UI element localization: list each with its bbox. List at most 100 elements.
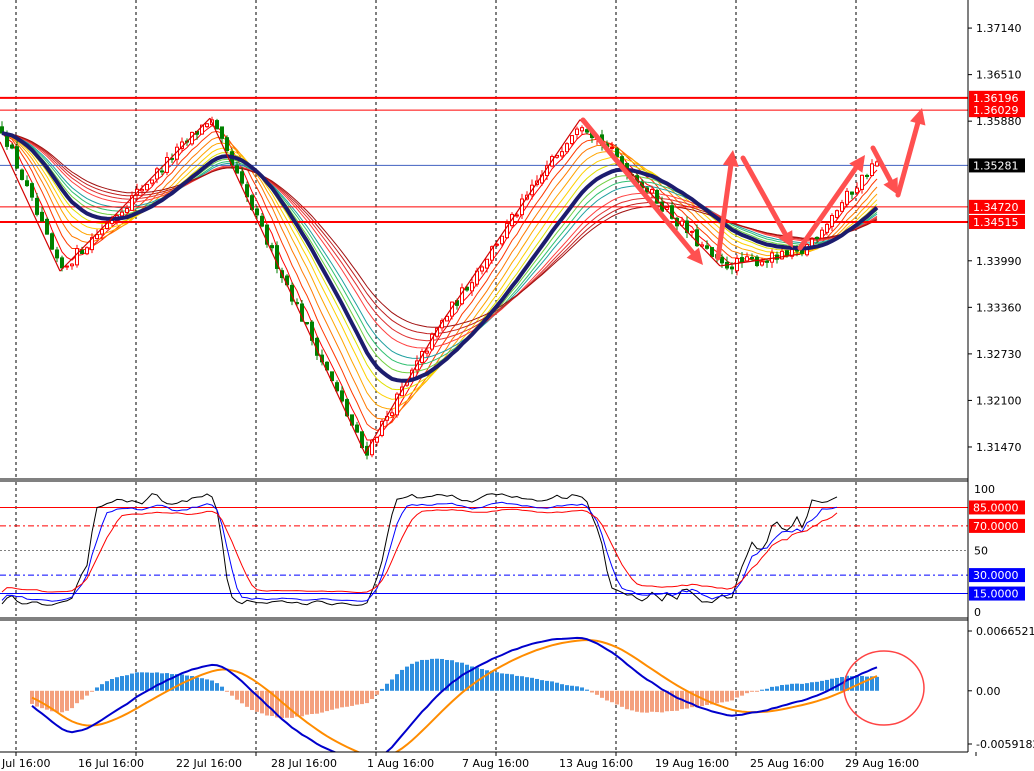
- time-tick-label: 7 Aug 16:00: [462, 757, 529, 770]
- macd-histogram-bar: [655, 690, 659, 713]
- macd-tick-label: 0.0066521: [976, 625, 1034, 638]
- macd-histogram-bar: [55, 690, 59, 713]
- macd-histogram-bar: [375, 690, 379, 695]
- macd-histogram-bar: [400, 669, 404, 691]
- macd-histogram-bar: [675, 690, 679, 711]
- candle-body: [240, 171, 244, 184]
- candle-body: [25, 180, 29, 187]
- ribbon-ma-line: [1, 132, 878, 400]
- candle-body: [585, 129, 589, 133]
- candle-body: [780, 250, 784, 260]
- macd-histogram-bar: [330, 690, 334, 710]
- macd-histogram-bar: [315, 690, 319, 714]
- macd-histogram-bar: [640, 690, 644, 713]
- candle-body: [270, 245, 274, 249]
- macd-histogram-bar: [360, 690, 364, 705]
- candle-body: [220, 126, 224, 139]
- macd-histogram-bar: [760, 689, 764, 691]
- macd-histogram-bar: [85, 690, 89, 696]
- candle-body: [215, 120, 219, 130]
- candle-body: [710, 247, 714, 258]
- macd-histogram-bar: [205, 679, 209, 691]
- candle-body: [5, 134, 9, 147]
- macd-histogram-bar: [505, 673, 509, 691]
- macd-histogram-bar: [185, 675, 189, 691]
- candle-body: [755, 256, 759, 267]
- macd-signal-line: [31, 638, 878, 752]
- price-level-tag: 1.36029: [973, 104, 1019, 117]
- candle-body: [255, 208, 259, 216]
- macd-histogram-bar: [135, 672, 139, 691]
- macd-histogram-bar: [455, 662, 459, 691]
- macd-histogram-bar: [440, 658, 444, 691]
- candle-body: [120, 211, 124, 217]
- price-tick-label: 1.33360: [976, 301, 1022, 314]
- macd-histogram-bar: [235, 690, 239, 700]
- candle-body: [830, 215, 834, 227]
- macd-histogram-bar: [100, 684, 104, 691]
- candle-body: [30, 183, 34, 198]
- oscillator-tick-label: 0: [974, 606, 981, 619]
- oscillator-axis: 85.0000 70.0000 30.0000 15.0000 100 50 0: [969, 483, 1025, 619]
- panel-frame: [0, 0, 969, 753]
- macd-histogram-bar: [325, 690, 329, 712]
- candle-body: [65, 265, 69, 268]
- macd-histogram-bar: [825, 679, 829, 691]
- price-tick-label: 1.36510: [976, 69, 1022, 82]
- candle-body: [160, 170, 164, 173]
- candle-body: [340, 390, 344, 402]
- macd-histogram-bar: [645, 690, 649, 713]
- macd-histogram-bar: [600, 690, 604, 698]
- candle-body: [615, 148, 619, 158]
- macd-histogram-bar: [865, 676, 869, 691]
- oscillator-tick-label: 50: [974, 545, 988, 558]
- candle-body: [225, 137, 229, 152]
- time-tick-label: 25 Aug 16:00: [750, 757, 824, 770]
- trend-arrow: [797, 155, 865, 251]
- candle-body: [560, 151, 564, 157]
- macd-tick-label: -0.0059182: [976, 738, 1034, 751]
- candle-body: [705, 245, 709, 249]
- macd-histogram-bar: [615, 690, 619, 705]
- macd-histogram-bar: [450, 660, 454, 691]
- candle-body: [495, 243, 499, 246]
- price-tick-label: 1.33990: [976, 255, 1022, 268]
- macd-histogram-bar: [290, 690, 294, 718]
- candle-body: [80, 249, 84, 254]
- candle-body: [570, 135, 574, 145]
- candle-body: [610, 146, 614, 149]
- oscillator-tick-label: 100: [974, 483, 995, 496]
- arrow-shaft: [580, 117, 696, 256]
- macd-histogram-bar: [810, 682, 814, 691]
- macd-histogram-bar: [650, 690, 654, 712]
- macd-histogram-bar: [65, 690, 69, 711]
- macd-histogram-bar: [425, 659, 429, 691]
- macd-histogram-bar: [155, 672, 159, 691]
- ribbon-ma-line: [1, 125, 878, 441]
- macd-histogram-bar: [80, 690, 84, 700]
- macd-histogram-bar: [605, 690, 609, 701]
- macd-histogram-bar: [610, 690, 614, 703]
- macd-histogram-bar: [140, 672, 144, 691]
- macd-histogram-bar: [110, 679, 114, 691]
- macd-histogram-bar: [60, 690, 64, 713]
- macd-histogram-bar: [245, 690, 249, 707]
- candle-body: [425, 350, 429, 354]
- macd-histogram-bar: [685, 690, 689, 709]
- macd-histogram-bar: [300, 690, 304, 717]
- candle-body: [720, 256, 724, 264]
- macd-histogram-bar: [765, 688, 769, 691]
- macd-histogram-bar: [125, 675, 129, 691]
- macd-tick-label: 0.00: [976, 685, 1001, 698]
- candle-body: [85, 247, 89, 255]
- trend-arrow: [740, 155, 793, 248]
- candle-body: [70, 263, 74, 267]
- time-tick-label: 29 Aug 16:00: [845, 757, 919, 770]
- candle-body: [785, 250, 789, 256]
- price-tick-label: 1.32730: [976, 348, 1022, 361]
- candle-body: [15, 146, 19, 169]
- macd-histogram-bar: [220, 686, 224, 691]
- oscillator-level-tag: 15.0000: [973, 588, 1019, 601]
- macd-histogram-bar: [820, 680, 824, 691]
- macd-histogram-bar: [305, 690, 309, 715]
